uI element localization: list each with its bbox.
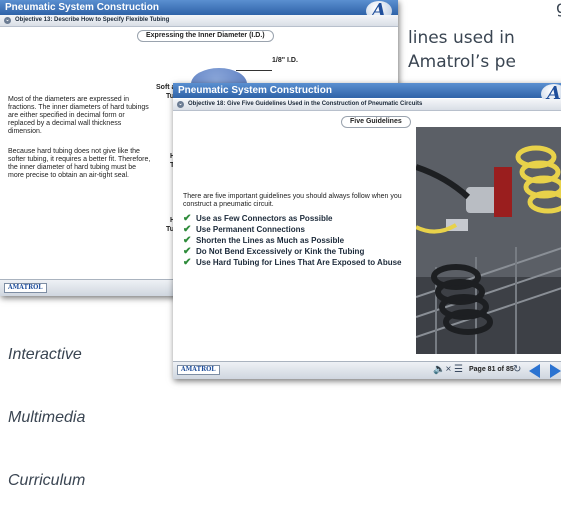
next-arrow-icon[interactable] [550,364,561,378]
label-inner-diameter: 1/8" I.D. [272,57,298,64]
section-tab[interactable]: Five Guidelines [341,116,411,128]
caption: Interactive Multimedia Curriculum [8,302,85,512]
objective-title: Objective 18: Give Five Guidelines Used … [188,101,423,107]
leader-line [236,70,272,71]
objective-title: Objective 13: Describe How to Specify Fl… [15,17,170,23]
background-line-2: Amatrol’s pe [408,52,516,72]
list-item: ✔ Do Not Bend Excessively or Kink the Tub… [183,246,402,257]
checkmark-icon: ✔ [183,257,192,268]
background-line-1: lines used in [408,28,515,48]
list-item: ✔ Use as Few Connectors as Possible [183,213,402,224]
chevron-down-icon[interactable]: ⌄ [4,17,11,24]
checkmark-icon: ✔ [183,224,192,235]
page-indicator: Page 81 of 85 [469,366,514,373]
guidelines-list: ✔ Use as Few Connectors as Possible ✔ Use … [183,213,402,268]
slide-title: Pneumatic System Construction [5,2,159,13]
list-item: ✔ Use Permanent Connections [183,224,402,235]
guideline-text: Use as Few Connectors as Possible [196,214,333,223]
slide-front: Pneumatic System Construction A ⌄ Object… [173,83,561,379]
slide-footer: AMATROL 🔈× ☰ Page 81 of 85 ↻ [173,361,561,379]
prev-arrow-icon[interactable] [529,364,540,378]
section-tab[interactable]: Expressing the Inner Diameter (I.D.) [137,30,274,42]
checkmark-icon: ✔ [183,235,192,246]
slide-header: Pneumatic System Construction [0,0,398,15]
amatrol-brand: AMATROL [4,283,47,293]
objective-bar[interactable]: ⌄ Objective 13: Describe How to Specify … [0,15,398,27]
intro-text: There are five important guidelines you … [183,193,402,208]
refresh-icon[interactable]: ↻ [513,364,521,375]
objective-bar[interactable]: ⌄ Objective 18: Give Five Guidelines Use… [173,99,561,111]
guideline-text: Use Hard Tubing for Lines That Are Expos… [196,258,402,267]
list-item: ✔ Shorten the Lines as Much as Possible [183,235,402,246]
slide-header: Pneumatic System Construction [173,83,561,98]
list-item: ✔ Use Hard Tubing for Lines That Are Expo… [183,257,402,268]
caption-line-3: Curriculum [8,472,86,489]
speaker-mute-icon[interactable]: 🔈× [433,364,451,375]
nav-arrows [529,364,561,378]
menu-icon[interactable]: ☰ [454,364,463,375]
background-partial-text: g, [556,0,561,20]
pneumatic-tubing-photo [416,127,561,354]
slide-title: Pneumatic System Construction [178,85,332,96]
paragraph-2: Because hard tubing does not give like t… [8,148,151,179]
guideline-text: Shorten the Lines as Much as Possible [196,236,345,245]
photo-illustration [416,127,561,354]
paragraph-1: Most of the diameters are expressed in f… [8,96,149,135]
guideline-text: Do Not Bend Excessively or Kink the Tubi… [196,247,365,256]
checkmark-icon: ✔ [183,246,192,257]
chevron-down-icon[interactable]: ⌄ [177,101,184,108]
caption-line-1: Interactive [8,346,82,363]
caption-line-2: Multimedia [8,409,86,426]
checkmark-icon: ✔ [183,213,192,224]
guideline-text: Use Permanent Connections [196,225,305,234]
amatrol-brand: AMATROL [177,365,220,375]
